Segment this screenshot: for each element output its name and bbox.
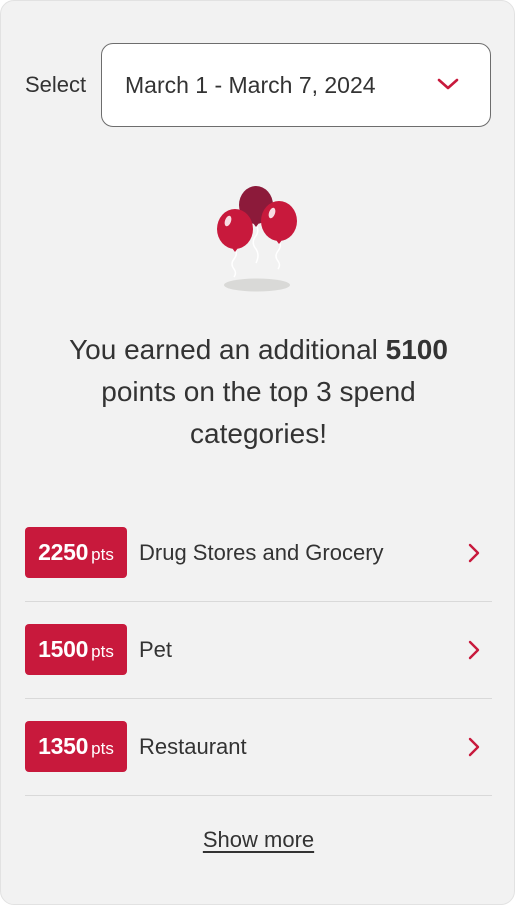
rewards-card: Select March 1 - March 7, 2024 You earne…	[0, 0, 515, 905]
category-label: Pet	[139, 637, 173, 662]
balloons-icon	[217, 186, 297, 292]
date-range-value: March 1 - March 7, 2024	[125, 72, 376, 98]
points-unit: pts	[91, 545, 114, 564]
chevron-right-icon	[468, 737, 480, 757]
chevron-down-icon	[437, 78, 459, 90]
show-more-container: Show more	[1, 827, 515, 853]
chevron-right-icon	[468, 640, 480, 660]
category-row-restaurant[interactable]: 1350 pts Restaurant	[25, 699, 492, 796]
category-label: Drug Stores and Grocery	[139, 540, 384, 565]
select-label: Select	[25, 72, 87, 97]
headline-after: points on the top 3 spend categories!	[101, 376, 416, 449]
category-label: Restaurant	[139, 734, 247, 759]
headline-points: 5100	[385, 334, 448, 365]
points-badge: 1350 pts	[25, 721, 127, 772]
category-row-pet[interactable]: 1500 pts Pet	[25, 602, 492, 699]
points-badge: 1500 pts	[25, 624, 127, 675]
points-unit: pts	[91, 739, 114, 758]
show-more-link[interactable]: Show more	[203, 827, 314, 852]
category-list: 2250 pts Drug Stores and Grocery 1500 pt…	[25, 505, 492, 796]
points-value: 1500	[38, 636, 89, 662]
date-range-select-row: Select March 1 - March 7, 2024	[25, 43, 491, 127]
headline-before: You earned an additional	[69, 334, 386, 365]
chevron-right-icon	[468, 543, 480, 563]
points-value: 2250	[38, 539, 89, 565]
points-value: 1350	[38, 733, 89, 759]
points-headline: You earned an additional 5100 points on …	[41, 329, 476, 455]
date-range-dropdown[interactable]: March 1 - March 7, 2024	[101, 43, 491, 127]
points-badge: 2250 pts	[25, 527, 127, 578]
points-unit: pts	[91, 642, 114, 661]
category-row-drug-stores-grocery[interactable]: 2250 pts Drug Stores and Grocery	[25, 505, 492, 602]
